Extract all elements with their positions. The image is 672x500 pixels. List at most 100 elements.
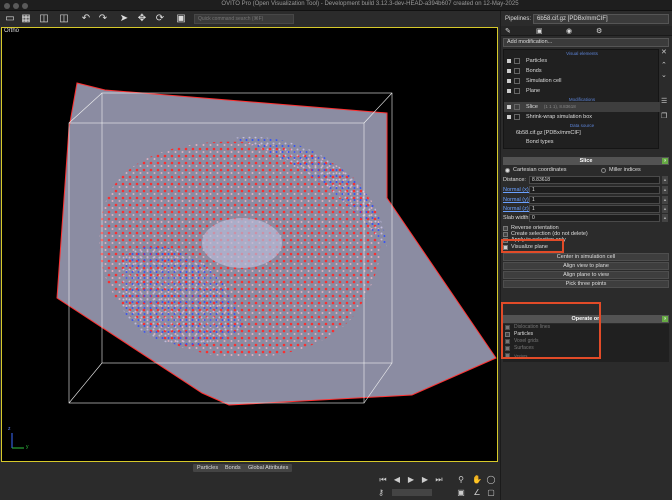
animation-key-icon[interactable]: ⚷: [376, 488, 386, 498]
orbit-icon[interactable]: ◯: [486, 475, 496, 485]
minimize-window-icon[interactable]: [13, 3, 19, 9]
select-icon[interactable]: ➤: [118, 13, 130, 25]
overlay-tab-icon[interactable]: ◉: [566, 27, 572, 35]
normal-z-row: Normal (z): 1 ▲: [503, 205, 669, 214]
list-item-simulation-cell[interactable]: Simulation cell: [504, 76, 660, 86]
slice-panel-title: Slice?: [503, 157, 669, 165]
bottom-bar: Particles Bonds Global Attributes ⏮ ◀ ▶ …: [0, 463, 500, 500]
axis-tripod: [11, 433, 24, 449]
plane-hole: [202, 218, 282, 268]
command-panel: Pipelines: 6b58.cif.gz [PDBx/mmCIF] ✎ ▣ …: [500, 11, 672, 500]
radio-icon: [505, 168, 510, 173]
list-item-data-source[interactable]: 6b58.cif.gz [PDBx/mmCIF]: [504, 128, 660, 138]
chevron-up-icon[interactable]: ⌃: [661, 61, 667, 69]
checkbox-icon[interactable]: [507, 59, 511, 63]
checkbox-icon[interactable]: [507, 69, 511, 73]
maximize-window-icon[interactable]: [22, 3, 28, 9]
export-icon[interactable]: ◫: [58, 13, 70, 25]
normal-y-input[interactable]: 1: [529, 196, 660, 204]
normal-z-spinner[interactable]: ▲: [662, 205, 668, 213]
list-item-bonds[interactable]: Bonds: [504, 66, 660, 76]
radio-cartesian[interactable]: Cartesian coordinates: [505, 167, 567, 173]
pipeline-editor-list: Visual elements Particles Bonds Simulati…: [503, 49, 660, 149]
zoom-icon[interactable]: ⚲: [456, 475, 466, 485]
window-title: OVITO Pro (Open Visualization Tool) - De…: [221, 1, 519, 7]
list-item-plane[interactable]: Plane: [504, 86, 660, 96]
normal-y-link[interactable]: Normal (y):: [503, 197, 530, 203]
plane-icon: [514, 88, 520, 94]
redo-icon[interactable]: ↷: [97, 13, 109, 25]
settings-tab-icon[interactable]: ⚙: [596, 27, 602, 35]
app-window: OVITO Pro (Open Visualization Tool) - De…: [0, 0, 672, 500]
load-file-icon[interactable]: ▭: [4, 13, 16, 25]
slab-width-spinner[interactable]: ▲: [662, 214, 668, 222]
distance-label: Distance:: [503, 177, 526, 183]
close-window-icon[interactable]: [4, 3, 10, 9]
next-frame-icon[interactable]: ▶: [420, 475, 430, 485]
tab-particles[interactable]: Particles: [193, 464, 223, 472]
maximize-viewport-icon[interactable]: ▢: [486, 488, 496, 498]
shrink-wrap-icon: [514, 114, 520, 120]
normal-x-input[interactable]: 1: [529, 186, 660, 194]
center-in-cell-button[interactable]: Center in simulation cell: [503, 253, 669, 261]
pan-icon[interactable]: ✋: [472, 475, 482, 485]
distance-input[interactable]: 8.83618: [529, 176, 660, 184]
zoom-all-icon[interactable]: ▣: [456, 488, 466, 498]
list-item-shrink-wrap[interactable]: Shrink-wrap simulation box: [504, 112, 660, 122]
normal-x-spinner[interactable]: ▲: [662, 186, 668, 194]
undo-icon[interactable]: ↶: [80, 13, 92, 25]
viewport-caption[interactable]: Ortho: [4, 28, 19, 34]
command-search-input[interactable]: [194, 14, 294, 24]
list-item-particles[interactable]: Particles: [504, 56, 660, 66]
tab-bonds[interactable]: Bonds: [221, 464, 245, 472]
normal-z-input[interactable]: 1: [529, 205, 660, 213]
pick-three-points-button[interactable]: Pick three points: [503, 280, 669, 288]
checkbox-icon[interactable]: [507, 89, 511, 93]
help-icon[interactable]: ?: [662, 316, 668, 322]
pipeline-tab-icon[interactable]: ✎: [505, 27, 511, 35]
save-icon[interactable]: ▦: [20, 13, 32, 25]
normal-y-row: Normal (y): 1 ▲: [503, 196, 669, 205]
frame-spinner[interactable]: [392, 489, 432, 496]
viewport-ortho[interactable]: Ortho z y: [1, 27, 498, 462]
rotate-icon[interactable]: ⟳: [154, 13, 166, 25]
last-frame-icon[interactable]: ⏭: [434, 475, 444, 485]
import-icon[interactable]: ◫: [38, 13, 50, 25]
slab-width-input[interactable]: 0: [529, 214, 660, 222]
render-tab-icon[interactable]: ▣: [536, 27, 543, 35]
prev-frame-icon[interactable]: ◀: [392, 475, 402, 485]
axis-label-z: z: [8, 426, 11, 432]
slice-icon: [514, 104, 520, 110]
normal-x-row: Normal (x): 1 ▲: [503, 186, 669, 195]
align-plane-to-view-button[interactable]: Align plane to view: [503, 271, 669, 279]
first-frame-icon[interactable]: ⏮: [378, 475, 388, 485]
slab-width-row: Slab width: 0 ▲: [503, 214, 669, 223]
list-side-tools: ✕ ⌃ ⌄ ☰ ❐: [659, 49, 671, 149]
move-icon[interactable]: ✥: [136, 13, 148, 25]
axis-label-y: y: [26, 444, 29, 450]
add-modification-dropdown[interactable]: Add modification...: [503, 38, 669, 47]
chevron-down-icon[interactable]: ⌄: [661, 71, 667, 79]
play-icon[interactable]: ▶: [406, 475, 416, 485]
group-icon[interactable]: ☰: [661, 97, 667, 105]
checkbox-icon[interactable]: [507, 105, 511, 109]
delete-icon[interactable]: ✕: [661, 48, 667, 56]
list-item-bond-types[interactable]: Bond types: [504, 138, 660, 146]
copy-icon[interactable]: ❐: [661, 112, 667, 120]
align-view-to-plane-button[interactable]: Align view to plane: [503, 262, 669, 270]
radio-icon: [601, 168, 606, 173]
cell-icon: [514, 78, 520, 84]
help-icon[interactable]: ?: [662, 158, 668, 164]
normal-y-spinner[interactable]: ▲: [662, 196, 668, 204]
normal-z-link[interactable]: Normal (z):: [503, 206, 530, 212]
normal-x-link[interactable]: Normal (x):: [503, 187, 530, 193]
list-item-slice[interactable]: Slice (1 1 1), 8.83618: [504, 102, 660, 112]
checkbox-icon[interactable]: [507, 79, 511, 83]
radio-miller[interactable]: Miller indices: [601, 167, 641, 173]
fov-icon[interactable]: ∠: [472, 488, 482, 498]
tab-global-attributes[interactable]: Global Attributes: [244, 464, 293, 472]
checkbox-icon[interactable]: [507, 115, 511, 119]
render-icon[interactable]: ▣: [175, 13, 187, 25]
pipeline-selector[interactable]: 6b58.cif.gz [PDBx/mmCIF]: [533, 14, 669, 24]
distance-spinner[interactable]: ▲: [662, 176, 668, 184]
